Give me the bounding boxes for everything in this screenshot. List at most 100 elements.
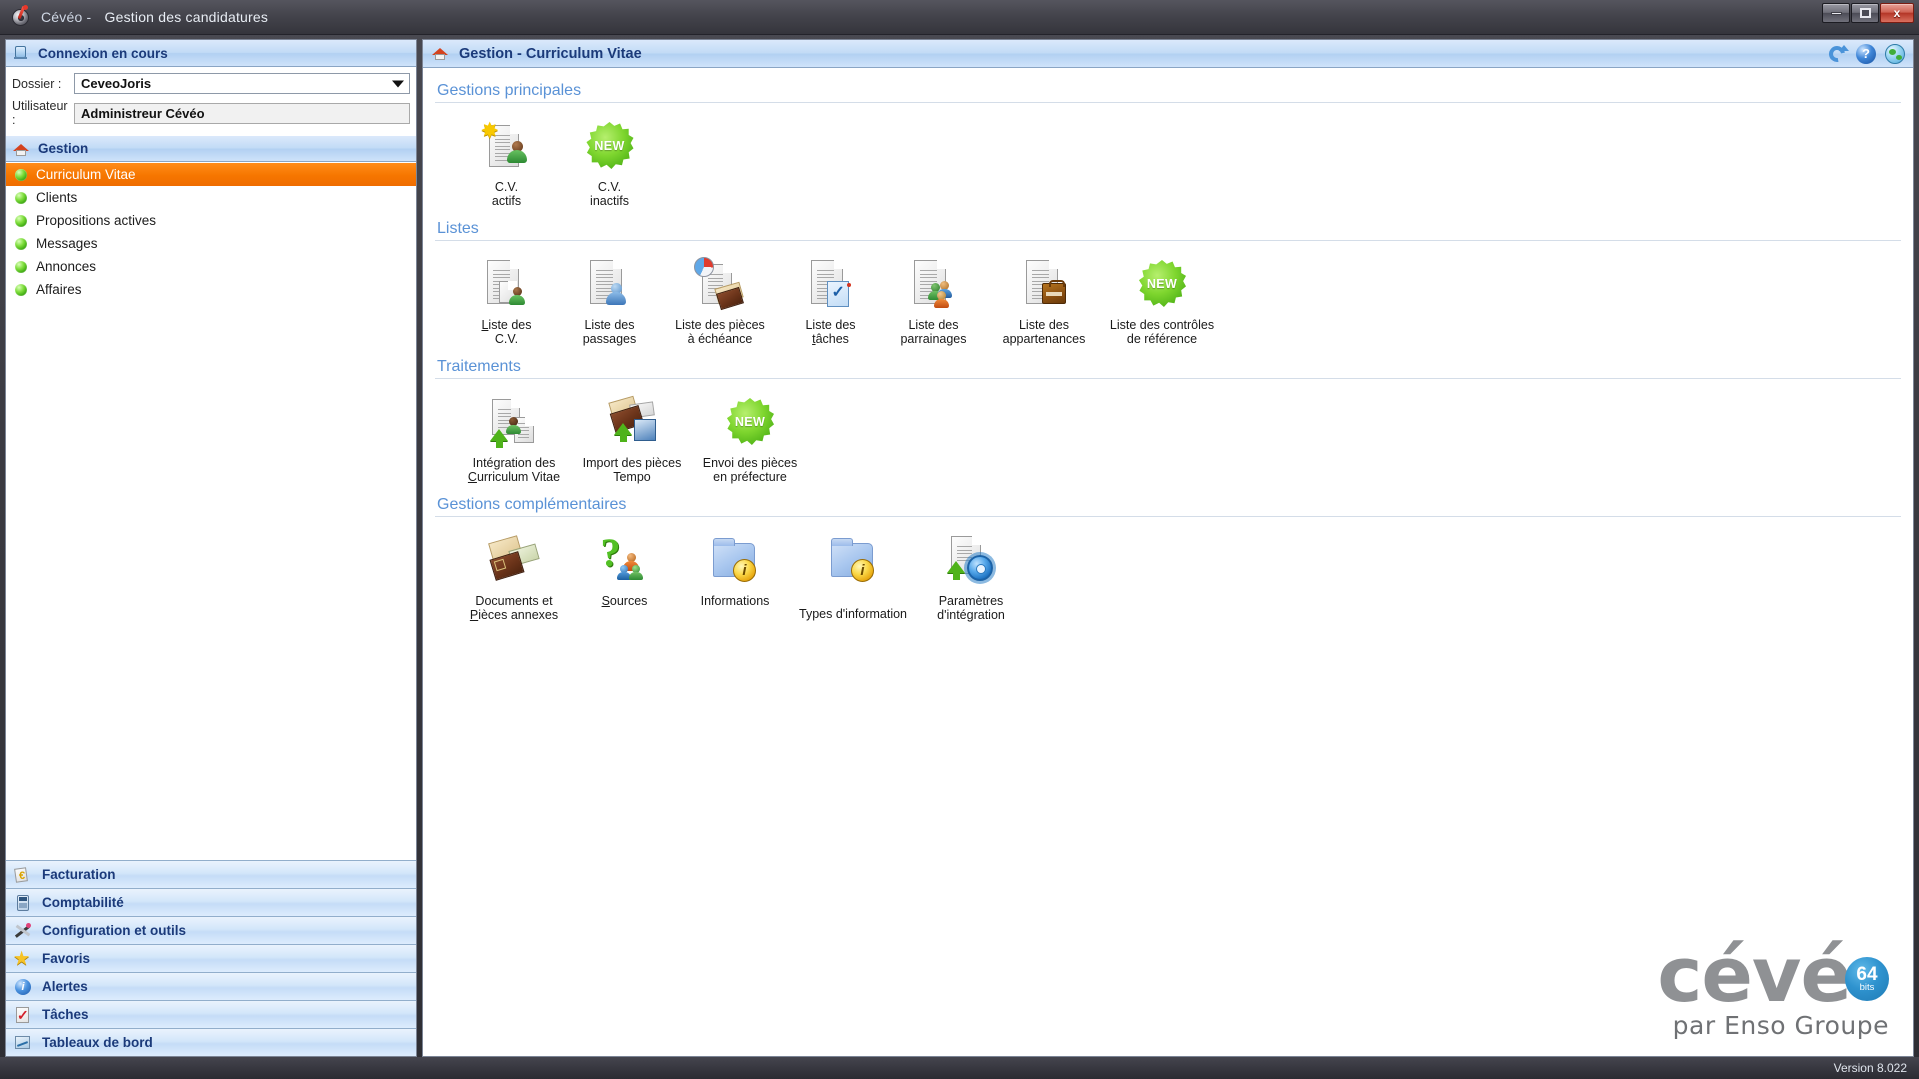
tile-sources[interactable]: ? Sources <box>573 530 676 608</box>
utilisateur-label: Utilisateur : <box>12 99 68 127</box>
sidebar-module-comptabilite[interactable]: Comptabilité <box>6 888 416 916</box>
sidebar-item-annonces[interactable]: Annonces <box>6 255 416 278</box>
dossier-value: CeveoJoris <box>81 76 152 91</box>
sidebar-item-clients[interactable]: Clients <box>6 186 416 209</box>
section-title: Gestions complémentaires <box>437 496 627 513</box>
label-line: Documents et <box>475 594 553 608</box>
dossier-select[interactable]: CeveoJoris <box>74 73 410 94</box>
new-badge-text: NEW <box>726 398 774 446</box>
section-title: Gestions principales <box>437 82 582 99</box>
label-line: Liste des contrôles <box>1109 318 1215 332</box>
sidebar-module-alertes[interactable]: i Alertes <box>6 972 416 1000</box>
sidebar-module-favoris[interactable]: ★ Favoris <box>6 944 416 972</box>
module-label: Alertes <box>42 979 88 994</box>
chart-board-icon <box>14 1034 32 1052</box>
tile-liste-controles-de-reference[interactable]: NEW Liste des contrôles de référence <box>1103 257 1221 346</box>
module-label: Favoris <box>42 951 91 966</box>
section-items-listes: Liste des C.V. Liste des passages Liste … <box>435 247 1901 352</box>
tile-liste-des-cv[interactable]: Liste des C.V. <box>455 257 558 346</box>
bullet-icon <box>15 260 27 273</box>
bullet-icon <box>15 283 27 296</box>
version-label: Version 8.022 <box>1833 1061 1907 1075</box>
tile-liste-pieces-a-echeance[interactable]: Liste des pièces à échéance <box>661 257 779 346</box>
sidebar-module-facturation[interactable]: € Facturation <box>6 860 416 888</box>
label-line: actifs <box>491 194 522 208</box>
label-line: Types d'information <box>799 607 907 621</box>
bullet-icon <box>15 214 27 227</box>
sidebar-module-configuration-et-outils[interactable]: Configuration et outils <box>6 916 416 944</box>
application-window: Cévéo - Gestion des candidatures x Conne… <box>0 0 1919 1079</box>
label-line: Paramètres <box>938 594 1004 608</box>
new-badge-icon: NEW <box>722 395 778 451</box>
refresh-icon[interactable] <box>1825 42 1849 65</box>
label-line: de référence <box>1126 332 1198 346</box>
accel-char: g <box>616 332 624 346</box>
ceveo-target-icon <box>10 5 32 28</box>
tile-label: Paramètres d'intégration <box>937 594 1005 622</box>
label-line: à échéance <box>687 332 753 346</box>
sidebar-item-label: Clients <box>36 190 78 205</box>
tile-cv-inactifs[interactable]: NEW C.V. inactifs <box>558 119 661 208</box>
chevron-down-icon[interactable] <box>392 80 404 87</box>
tile-import-pieces-tempo[interactable]: Import des pièces Tempo <box>573 395 691 484</box>
bullet-icon <box>15 191 27 204</box>
module-label: Tableaux de bord <box>42 1035 153 1050</box>
label-line: C.V. <box>494 180 519 194</box>
sidebar-item-label: Curriculum Vitae <box>36 167 136 182</box>
minimize-button[interactable] <box>1822 3 1850 23</box>
cv-active-icon: ✸ <box>479 119 535 175</box>
tile-label: Liste des tâches <box>805 318 856 346</box>
tile-cv-actifs[interactable]: ✸ C.V. actifs <box>455 119 558 208</box>
ceveo-watermark-logo: cévé 64 bits par Enso Groupe <box>1657 930 1889 1040</box>
sidebar-item-messages[interactable]: Messages <box>6 232 416 255</box>
connection-panel-header: Connexion en cours <box>6 40 416 67</box>
help-icon[interactable]: ? <box>1856 43 1876 64</box>
close-button[interactable]: x <box>1880 3 1914 23</box>
tile-liste-des-passages[interactable]: Liste des passages <box>558 257 661 346</box>
new-badge-text: NEW <box>1138 260 1186 308</box>
watermark-wordmark: cévé <box>1657 930 1852 1019</box>
title-bar: Cévéo - Gestion des candidatures x <box>0 0 1919 35</box>
tile-label: Liste des parrainages <box>900 318 966 346</box>
window-body: Connexion en cours Dossier : CeveoJoris … <box>0 35 1919 1057</box>
label-line: Informations <box>700 594 770 608</box>
tile-envoi-pieces-en-prefecture[interactable]: NEW Envoi des pièces en préfecture <box>691 395 809 484</box>
tile-parametres-d-integration[interactable]: Paramètres d'intégration <box>912 533 1030 622</box>
sidebar-module-taches[interactable]: ✓ Tâches <box>6 1000 416 1028</box>
sidebar-item-affaires[interactable]: Affaires <box>6 278 416 301</box>
section-divider <box>435 378 1901 379</box>
accel-char: P <box>469 608 479 622</box>
window-controls: x <box>1822 3 1914 23</box>
tools-icon <box>14 922 32 940</box>
label-line: Import des pièces <box>582 456 682 470</box>
label-line: Tempo <box>613 470 651 484</box>
main-panel-header: Gestion - Curriculum Vitae ? <box>423 40 1913 68</box>
label-line: Liste des <box>584 318 635 332</box>
sidebar-module-tableaux-de-bord[interactable]: Tableaux de bord <box>6 1028 416 1056</box>
star-icon: ★ <box>14 948 30 968</box>
tile-label: Liste des pièces à échéance <box>675 318 765 346</box>
label-line: d'intégration <box>937 608 1005 622</box>
sidebar-item-propositions-actives[interactable]: Propositions actives <box>6 209 416 232</box>
maximize-button[interactable] <box>1851 3 1879 23</box>
utilisateur-field: Administreur Cévéo <box>74 102 410 124</box>
tile-liste-des-taches[interactable]: Liste des tâches <box>779 257 882 346</box>
documents-annexes-icon <box>486 533 542 589</box>
tile-liste-des-appartenances[interactable]: Liste des appartenances <box>985 257 1103 346</box>
tile-label: Import des pièces Tempo <box>583 456 682 484</box>
dossier-row: Dossier : CeveoJoris <box>12 73 410 94</box>
sidebar-item-curriculum-vitae[interactable]: Curriculum Vitae <box>6 163 416 186</box>
globe-icon[interactable] <box>1885 43 1905 64</box>
tile-documents-et-pieces-annexes[interactable]: Documents et Pièces annexes <box>455 533 573 622</box>
tile-liste-des-parrainages[interactable]: Liste des parrainages <box>882 257 985 346</box>
gestion-panel-header[interactable]: Gestion <box>6 135 416 162</box>
tile-integration-curriculum-vitae[interactable]: Intégration des Curriculum Vitae <box>455 395 573 484</box>
label-line: C.V. <box>494 332 519 346</box>
tile-label: Liste des contrôles de référence <box>1110 318 1214 346</box>
status-bar: Version 8.022 <box>0 1057 1919 1079</box>
integration-cv-icon <box>486 395 542 451</box>
tile-types-d-information[interactable]: i Types d'information <box>794 533 912 621</box>
module-label: Facturation <box>42 867 116 882</box>
tile-informations[interactable]: i Informations <box>676 533 794 608</box>
list-cv-icon <box>479 257 535 313</box>
